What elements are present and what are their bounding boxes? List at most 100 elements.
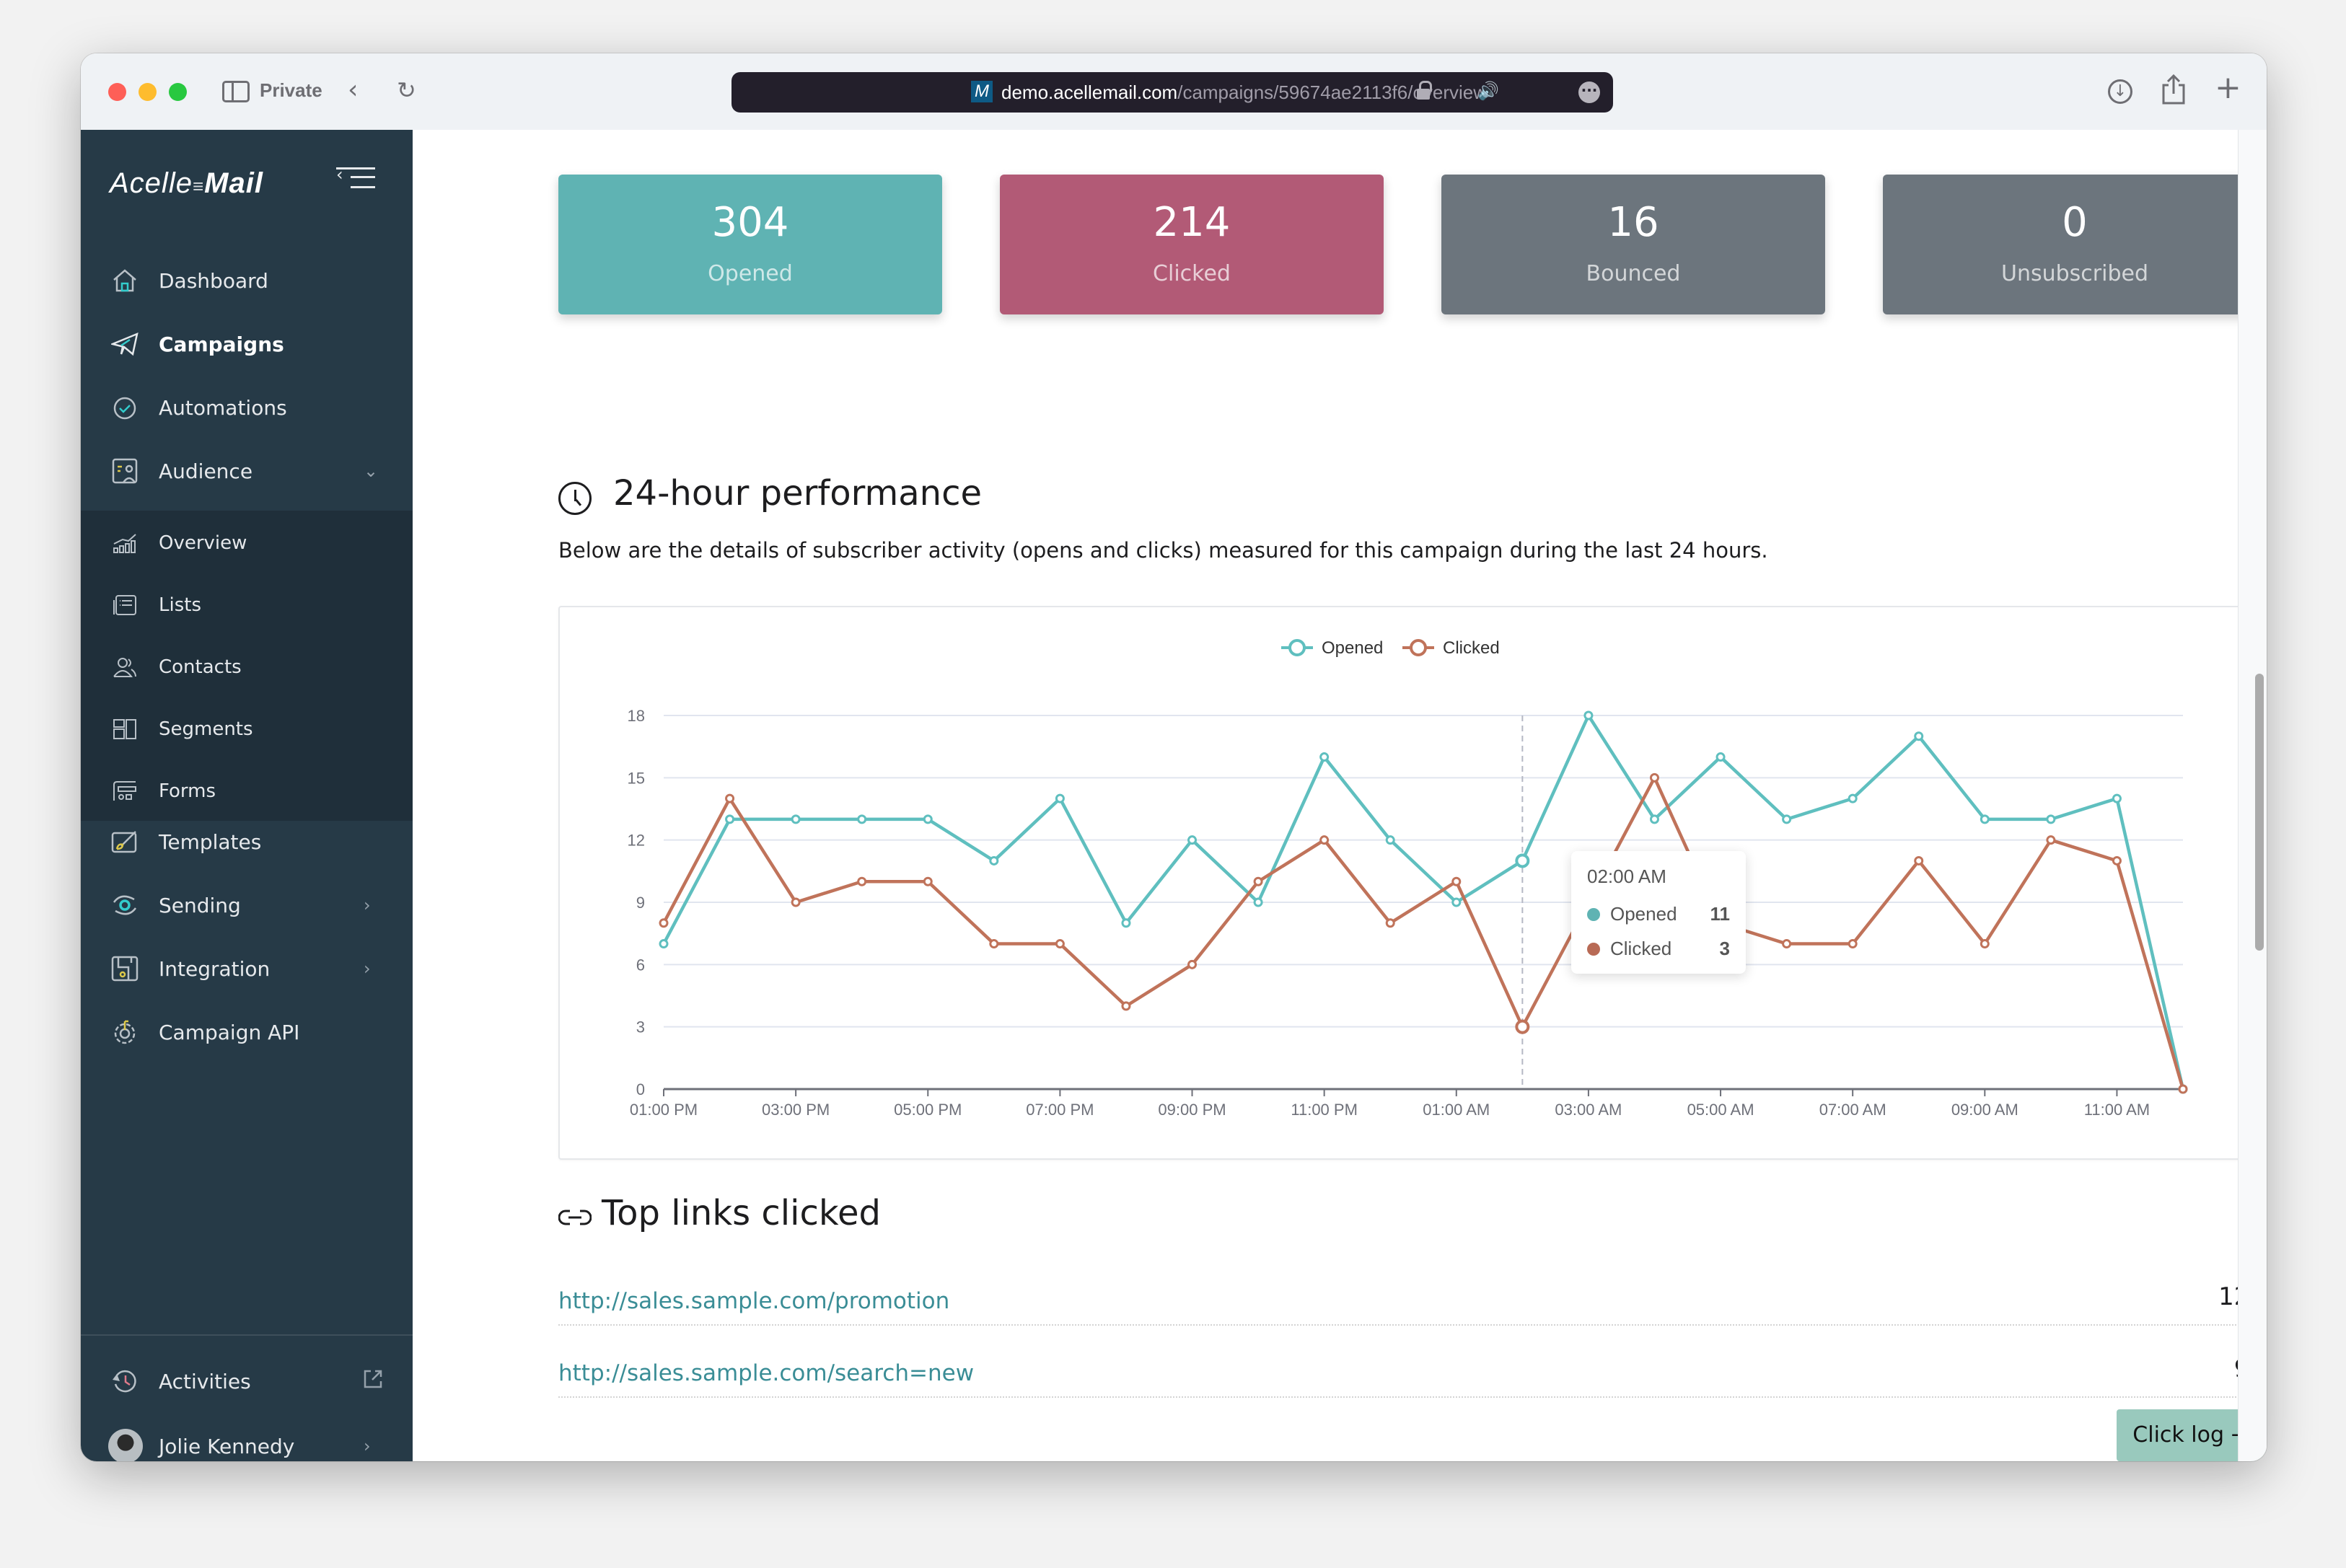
data-point-clicked xyxy=(1385,918,1395,928)
stat-card-opened[interactable]: 304 Opened xyxy=(558,175,942,314)
data-point-clicked xyxy=(725,793,735,803)
sidebar-item-label: Overview xyxy=(159,532,247,554)
external-link-icon[interactable] xyxy=(364,1370,382,1393)
sidebar-item-audience[interactable]: Audience ⌄ xyxy=(81,446,413,496)
sidebar-toggle-icon[interactable] xyxy=(222,81,250,102)
sidebar-item-campaigns[interactable]: Campaigns xyxy=(81,319,413,369)
tooltip-series-value: 3 xyxy=(1719,938,1730,959)
sidebar-item-automations[interactable]: Automations xyxy=(81,382,413,433)
zoom-window-button[interactable] xyxy=(169,83,187,101)
data-point-clicked xyxy=(1848,939,1858,949)
sidebar-item-activities[interactable]: Activities xyxy=(81,1356,413,1406)
sidebar-item-templates[interactable]: Templates xyxy=(81,816,413,867)
sidebar-item-label: Forms xyxy=(159,780,216,802)
data-point-opened xyxy=(1515,853,1530,868)
performance-chart: 0 3 6 9 12 15 18 01:00 PM 03:00 PM 05:00 PM 07:00 … xyxy=(558,606,2265,1160)
sidebar-item-integration[interactable]: Integration › xyxy=(81,943,413,994)
x-tick-label: 09:00 PM xyxy=(1158,1101,1226,1119)
more-icon[interactable]: ··· xyxy=(1578,82,1600,103)
sidebar-item-label: Automations xyxy=(159,395,287,420)
stat-value: 0 xyxy=(2062,199,2088,246)
x-tick-label: 11:00 AM xyxy=(2084,1101,2150,1119)
logo-text-1: Acelle xyxy=(110,167,193,199)
home-icon xyxy=(111,267,139,294)
reload-icon[interactable]: ↻ xyxy=(397,76,416,104)
link-row: http://sales.sample.com/search=new 92 xyxy=(558,1327,2265,1398)
close-window-button[interactable] xyxy=(108,83,126,101)
address-bar[interactable]: M demo.acellemail.com/campaigns/59674ae2… xyxy=(732,72,1613,113)
link-url[interactable]: http://sales.sample.com/promotion xyxy=(558,1288,949,1314)
sidebar-item-label: Contacts xyxy=(159,656,242,678)
y-tick-label: 3 xyxy=(636,1018,645,1036)
stat-label: Opened xyxy=(708,261,793,286)
alarm-clock-icon xyxy=(111,394,139,421)
favicon: M xyxy=(971,81,993,102)
data-point-opened xyxy=(1715,752,1726,762)
opened-dot-icon xyxy=(1587,908,1600,921)
data-point-clicked xyxy=(1515,1019,1530,1034)
data-point-opened xyxy=(923,814,933,824)
data-point-opened xyxy=(725,814,735,824)
sidebar-subitem-lists[interactable]: Lists xyxy=(81,580,413,630)
data-point-opened xyxy=(1385,835,1395,845)
list-icon xyxy=(113,593,137,617)
sidebar-item-sending[interactable]: Sending › xyxy=(81,880,413,930)
data-point-opened xyxy=(791,814,801,824)
data-point-opened xyxy=(1319,752,1330,762)
sidebar-item-label: Audience xyxy=(159,459,253,483)
sidebar-item-label: Sending xyxy=(159,893,241,917)
private-label: Private xyxy=(260,79,322,101)
link-url[interactable]: http://sales.sample.com/search=new xyxy=(558,1360,974,1386)
integration-icon xyxy=(111,955,139,982)
sidebar-item-campaign-api[interactable]: Campaign API xyxy=(81,1007,413,1057)
data-point-opened xyxy=(1451,897,1462,907)
browser-window: Private ‹ ↻ M demo.acellemail.com/campai… xyxy=(81,53,2267,1461)
data-point-clicked xyxy=(1914,855,1924,866)
sidebar-subitem-contacts[interactable]: Contacts xyxy=(81,642,413,692)
data-point-opened xyxy=(989,855,999,866)
series-line-clicked xyxy=(662,776,2185,1090)
x-tick-label: 07:00 PM xyxy=(1026,1101,1094,1119)
y-tick-label: 6 xyxy=(636,956,645,974)
data-point-opened xyxy=(1649,814,1659,824)
sidebar-subitem-forms[interactable]: Forms xyxy=(81,766,413,816)
segments-icon xyxy=(113,717,137,741)
clicked-dot-icon xyxy=(1587,943,1600,956)
sidebar-subitem-overview[interactable]: Overview xyxy=(81,518,413,568)
lock-icon xyxy=(1417,81,1432,100)
share-icon[interactable] xyxy=(2161,74,2186,112)
download-icon[interactable]: ↓ xyxy=(2108,79,2132,104)
sidebar-divider xyxy=(81,1334,413,1336)
sidebar-item-dashboard[interactable]: Dashboard xyxy=(81,255,413,306)
legend-marker-clicked xyxy=(1410,639,1427,656)
stat-card-clicked[interactable]: 214 Clicked xyxy=(1000,175,1384,314)
minimize-window-button[interactable] xyxy=(139,83,157,101)
contacts-icon xyxy=(113,655,137,679)
new-tab-icon[interactable]: + xyxy=(2215,69,2241,106)
data-point-clicked xyxy=(2178,1084,2188,1094)
x-tick-label: 07:00 AM xyxy=(1819,1101,1886,1119)
collapse-sidebar-button[interactable]: ‹ xyxy=(336,164,375,190)
main-content: 304 Opened 214 Clicked 16 Bounced 0 Unsu… xyxy=(413,130,2267,1461)
tooltip-series-name: Clicked xyxy=(1610,938,1672,959)
app-logo[interactable]: Acelle≡Mail xyxy=(110,167,263,200)
data-point-opened xyxy=(1187,835,1198,845)
sidebar-user[interactable]: Jolie Kennedy › xyxy=(81,1421,413,1461)
sidebar-subitem-segments[interactable]: Segments xyxy=(81,704,413,754)
speaker-icon[interactable]: 🔊 xyxy=(1477,81,1499,101)
back-icon[interactable]: ‹ xyxy=(348,75,358,105)
link-icon xyxy=(558,1210,592,1225)
sidebar-item-label: Templates xyxy=(159,829,262,854)
scrollbar-thumb[interactable] xyxy=(2255,674,2264,951)
x-tick-label: 09:00 AM xyxy=(1951,1101,2018,1119)
sidebar: Acelle≡Mail ‹ Dashboard Campaigns Automa… xyxy=(81,130,413,1461)
y-tick-label: 9 xyxy=(636,894,645,912)
data-point-opened xyxy=(1782,814,1792,824)
stat-label: Clicked xyxy=(1153,261,1231,286)
chevron-down-icon: ⌄ xyxy=(364,461,379,481)
stat-card-unsubscribed[interactable]: 0 Unsubscribed xyxy=(1883,175,2267,314)
link-row: http://sales.sample.com/promotion 122 xyxy=(558,1255,2265,1326)
data-point-clicked xyxy=(1319,835,1330,845)
url-text[interactable]: demo.acellemail.com/campaigns/59674ae211… xyxy=(1001,82,1487,104)
stat-card-bounced[interactable]: 16 Bounced xyxy=(1441,175,1825,314)
